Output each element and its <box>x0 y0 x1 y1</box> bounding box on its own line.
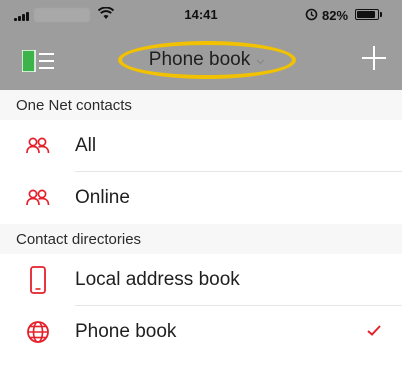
list-item-label: Local address book <box>75 269 240 290</box>
list-item-label: All <box>75 135 97 156</box>
list-item-label: Online <box>75 187 130 208</box>
plus-icon[interactable] <box>360 44 388 72</box>
checkmark-icon <box>367 325 381 336</box>
section-header-contact-directories: Contact directories <box>0 224 402 254</box>
phone-book-title-dropdown[interactable]: Phone book <box>118 41 296 79</box>
top-bar: 14:41 82% Phone book <box>0 0 402 90</box>
menu-panel-icon[interactable] <box>22 50 56 72</box>
battery-percent: 82% <box>322 8 349 23</box>
list-item-local-address-book[interactable]: Local address book <box>0 254 402 306</box>
chevron-down-icon <box>256 59 265 65</box>
phone-device-icon <box>30 254 46 306</box>
navigation-bar: Phone book <box>0 30 402 90</box>
list-item-phone-book[interactable]: Phone book <box>0 306 402 358</box>
globe-icon <box>26 306 50 358</box>
alarm-icon <box>305 8 318 21</box>
people-icon <box>26 120 50 172</box>
people-icon <box>26 172 50 224</box>
contact-source-list: One Net contacts All Online Contact dire… <box>0 90 402 358</box>
list-item-label: Phone book <box>75 321 177 342</box>
list-item-online[interactable]: Online <box>0 172 402 224</box>
battery-icon <box>355 9 379 20</box>
status-bar: 14:41 82% <box>0 0 402 30</box>
page-title: Phone book <box>148 49 251 70</box>
battery-fill <box>357 11 376 18</box>
battery-tip <box>380 12 382 17</box>
section-header-one-net: One Net contacts <box>0 90 402 120</box>
list-item-all[interactable]: All <box>0 120 402 172</box>
